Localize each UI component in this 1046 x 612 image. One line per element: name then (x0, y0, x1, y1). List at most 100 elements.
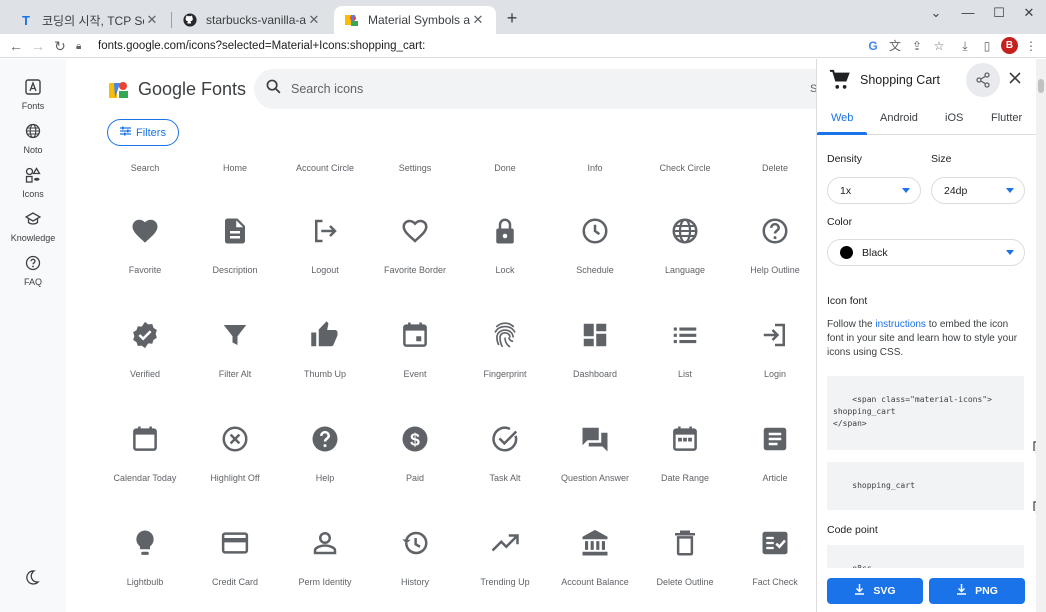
icon-name: Trending Up (480, 577, 530, 587)
page-scrollbar[interactable] (1036, 59, 1046, 612)
icon-name-delete[interactable]: Delete (730, 163, 816, 173)
icon-tile-favorite-border[interactable]: Favorite Border (370, 215, 460, 275)
tab-ios[interactable]: iOS (945, 112, 963, 124)
size-select[interactable]: 24dp (931, 177, 1025, 204)
icon-tile-trending-up[interactable]: Trending Up (460, 527, 550, 587)
icon-tile-filter-alt[interactable]: Filter Alt (190, 319, 280, 379)
reload-button[interactable]: ↻ (50, 36, 70, 56)
close-tab-icon[interactable]: ✕ (306, 12, 322, 28)
tab-android[interactable]: Android (880, 112, 918, 124)
icon-tile-schedule[interactable]: Schedule (550, 215, 640, 275)
tab-title: 코딩의 시작, TCP School (42, 13, 144, 28)
share-button[interactable] (966, 63, 1000, 97)
side-panel-icon[interactable]: ▯ (978, 37, 996, 55)
forward-button[interactable]: → (28, 36, 48, 56)
icon-tile-fact-check[interactable]: Fact Check (730, 527, 816, 587)
icon-tile-lock[interactable]: Lock (460, 215, 550, 275)
close-tab-icon[interactable]: ✕ (144, 12, 160, 28)
icon-tile-credit-card[interactable]: Credit Card (190, 527, 280, 587)
icon-tile-description[interactable]: Description (190, 215, 280, 275)
download-icon[interactable]: ⤓ (956, 37, 974, 55)
rail-item-fonts[interactable]: Fonts (0, 78, 66, 111)
bookmark-star-icon[interactable]: ☆ (930, 37, 948, 55)
icon-tile-event[interactable]: Event (370, 319, 460, 379)
share-icon (976, 72, 990, 88)
icon-name-home[interactable]: Home (190, 163, 280, 173)
icon-tile-logout[interactable]: Logout (280, 215, 370, 275)
icon-tile-article[interactable]: Article (730, 423, 816, 483)
icon-name-search[interactable]: Search (100, 163, 190, 173)
share-page-icon[interactable]: ⇪ (908, 37, 926, 55)
icon-tile-question-answer[interactable]: Question Answer (550, 423, 640, 483)
download-png-button[interactable]: PNG (929, 578, 1025, 604)
density-select[interactable]: 1x (827, 177, 921, 204)
icon-tile-lightbulb[interactable]: Lightbulb (100, 527, 190, 587)
icon-name-account-circle[interactable]: Account Circle (280, 163, 370, 173)
instructions-link[interactable]: instructions (875, 319, 926, 330)
close-window-button[interactable]: ✕ (1014, 2, 1044, 24)
rail-item-noto[interactable]: Noto (0, 122, 66, 155)
icon-tile-favorite[interactable]: Favorite (100, 215, 190, 275)
tab-web[interactable]: Web (831, 112, 853, 124)
rail-item-knowledge[interactable]: Knowledge (0, 210, 66, 243)
icon-tile-dashboard[interactable]: Dashboard (550, 319, 640, 379)
icon-name-check-circle[interactable]: Check Circle (640, 163, 730, 173)
maximize-button[interactable]: ☐ (984, 2, 1014, 24)
icon-name: Task Alt (489, 473, 521, 483)
minimize-button[interactable]: — (953, 2, 983, 24)
search-input[interactable]: Search icons S (254, 69, 816, 109)
icon-tile-calendar-today[interactable]: Calendar Today (100, 423, 190, 483)
filters-button[interactable]: Filters (107, 119, 179, 146)
color-select[interactable]: Black (827, 239, 1025, 266)
back-button[interactable]: ← (6, 36, 26, 56)
rail-item-faq[interactable]: FAQ (0, 254, 66, 287)
icon-tile-highlight-off[interactable]: Highlight Off (190, 423, 280, 483)
language-icon (640, 215, 730, 247)
icon-tile-verified[interactable]: Verified (100, 319, 190, 379)
close-tab-icon[interactable]: ✕ (470, 12, 486, 28)
rail-item-icons[interactable]: Icons (0, 166, 66, 199)
icon-tile-delete-outline[interactable]: Delete Outline (640, 527, 730, 587)
icon-name: Login (763, 369, 787, 379)
menu-kebab-icon[interactable]: ⋮ (1022, 37, 1040, 55)
translate-icon[interactable]: 文 (886, 37, 904, 55)
icon-name: Help (315, 473, 335, 483)
icon-tile-thumb-up[interactable]: Thumb Up (280, 319, 370, 379)
tab-flutter[interactable]: Flutter (991, 112, 1022, 124)
profile-avatar[interactable]: B (1001, 37, 1018, 54)
tab-search-icon[interactable]: ⌄ (921, 2, 951, 24)
icon-tile-login[interactable]: Login (730, 319, 816, 379)
scrollbar-thumb[interactable] (1038, 79, 1044, 93)
icon-tile-history[interactable]: History (370, 527, 460, 587)
icon-tile-fingerprint[interactable]: Fingerprint (460, 319, 550, 379)
browser-tab-material-icons[interactable]: Material Symbols and Icons - G ✕ (334, 6, 496, 34)
google-lens-icon[interactable]: G (864, 37, 882, 55)
close-panel-icon[interactable] (1007, 70, 1023, 86)
icon-tile-list[interactable]: List (640, 319, 730, 379)
icon-name-settings[interactable]: Settings (370, 163, 460, 173)
icon-tile-help[interactable]: Help (280, 423, 370, 483)
copy-icon[interactable] (1004, 429, 1036, 455)
icon-name-done[interactable]: Done (460, 163, 550, 173)
icon-tile-help-outline[interactable]: Help Outline (730, 215, 816, 275)
icon-tile-language[interactable]: Language (640, 215, 730, 275)
density-value: 1x (840, 184, 852, 197)
trending-up-icon (460, 527, 550, 559)
article-icon (730, 423, 816, 455)
new-tab-button[interactable]: + (502, 8, 522, 28)
icon-tile-account-balance[interactable]: Account Balance (550, 527, 640, 587)
address-bar[interactable]: 🔒︎ fonts.google.com/icons?selected=Mater… (76, 35, 856, 57)
google-fonts-logo[interactable]: Google Fonts (108, 79, 246, 100)
browser-tab-github[interactable]: starbucks-vanilla-app/index.htm ✕ (172, 6, 332, 34)
icon-tile-task-alt[interactable]: Task Alt (460, 423, 550, 483)
download-svg-button[interactable]: SVG (827, 578, 923, 604)
icon-tile-perm-identity[interactable]: Perm Identity (280, 527, 370, 587)
icon-tile-paid[interactable]: $ Paid (370, 423, 460, 483)
google-fonts-logo-icon (109, 81, 128, 98)
copy-icon[interactable] (1004, 489, 1036, 515)
icon-name-info[interactable]: Info (550, 163, 640, 173)
icon-tile-date-range[interactable]: Date Range (640, 423, 730, 483)
icon-name: Fingerprint (483, 369, 527, 379)
dark-mode-moon-icon[interactable] (24, 569, 42, 587)
browser-tab-tcp-school[interactable]: T 코딩의 시작, TCP School ✕ (8, 6, 170, 34)
